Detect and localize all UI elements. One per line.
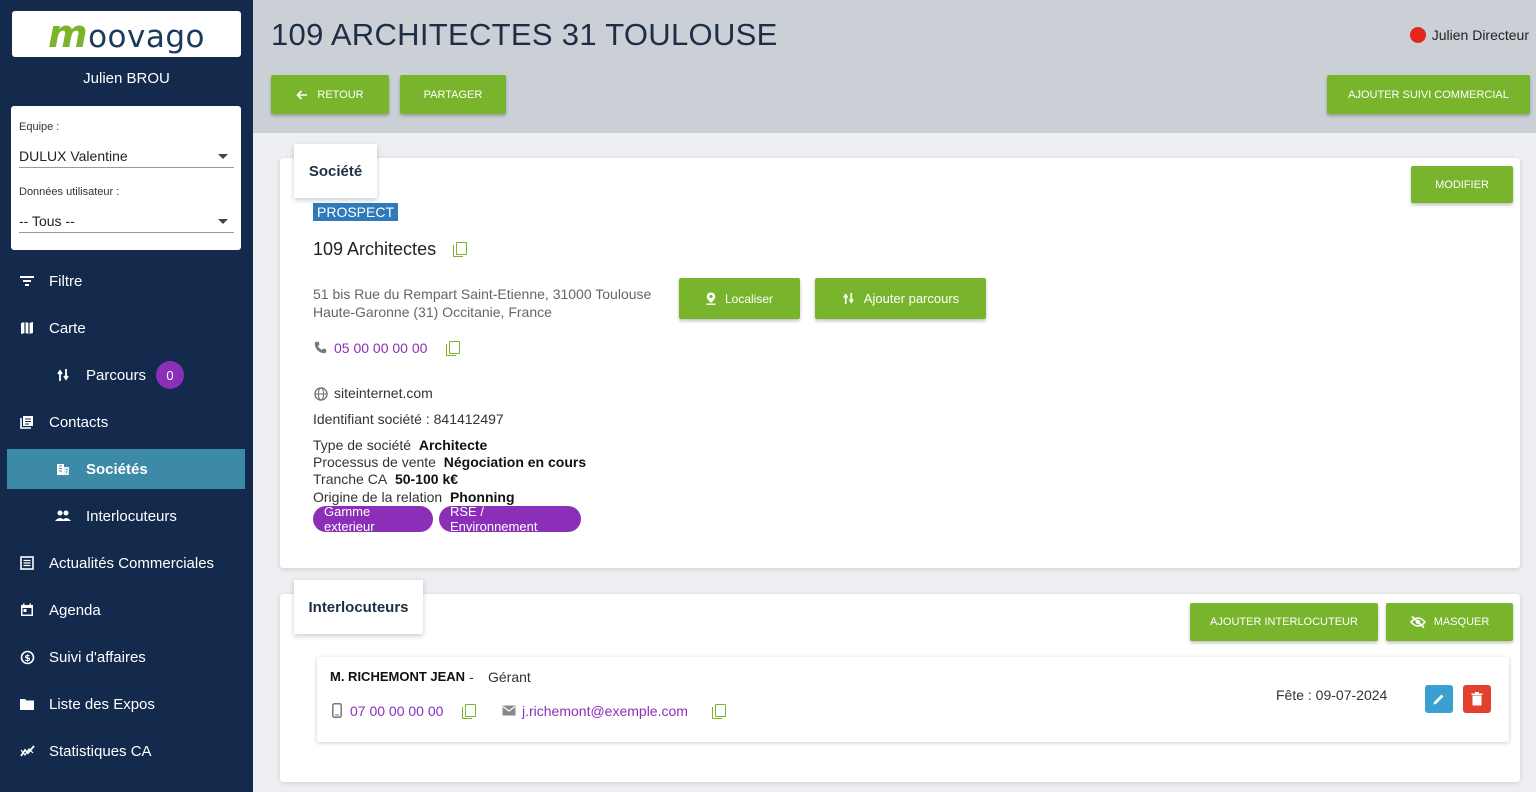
sidebar-item-statistiques[interactable]: Statistiques CA: [0, 731, 253, 771]
chevron-down-icon: [218, 154, 228, 159]
location-pin-icon: [706, 292, 716, 305]
detail-row: Type de société Architecte: [313, 437, 488, 453]
detail-row: Origine de la relation Phonning: [313, 489, 515, 505]
sidebar-item-suivi-affaires[interactable]: $ Suivi d'affaires: [0, 637, 253, 677]
news-icon: [19, 555, 35, 571]
tag-chip: RSE / Environnement: [439, 504, 581, 534]
back-button[interactable]: RETOUR: [271, 75, 389, 114]
svg-text:$: $: [24, 654, 30, 664]
detail-row: Processus de vente Négociation en cours: [313, 454, 587, 470]
copy-icon[interactable]: [446, 341, 460, 356]
filter-panel: Equipe : DULUX Valentine Données utilisa…: [11, 106, 241, 250]
detail-row: Tranche CA 50-100 k€: [313, 471, 459, 487]
calendar-icon: [19, 602, 35, 618]
company-website[interactable]: siteinternet.com: [334, 385, 433, 401]
contacts-icon: [19, 414, 35, 430]
contact-name: M. RICHEMONT JEAN: [330, 669, 466, 684]
moovago-logo[interactable]: moovago: [12, 11, 241, 57]
sidebar-item-societes[interactable]: Sociétés: [7, 449, 245, 489]
edit-contact-button[interactable]: [1425, 685, 1453, 713]
company-phone-link[interactable]: 05 00 00 00 00: [334, 340, 427, 356]
sidebar-item-interlocuteurs[interactable]: Interlocuteurs: [0, 496, 253, 536]
folder-icon: [19, 696, 35, 712]
globe-icon: [314, 387, 328, 401]
phone-icon: [314, 341, 327, 354]
contact-separator: -: [469, 669, 474, 685]
hide-button[interactable]: MASQUER: [1386, 603, 1513, 641]
status-badge: PROSPECT: [313, 203, 399, 221]
address-line1: 51 bis Rue du Rempart Saint-Etienne, 310…: [313, 286, 652, 302]
modify-button[interactable]: MODIFIER: [1411, 166, 1513, 203]
add-route-button[interactable]: Ajouter parcours: [815, 278, 986, 319]
sidebar-item-filtre[interactable]: Filtre: [0, 261, 253, 301]
company-identifier: Identifiant société : 841412497: [313, 411, 504, 427]
delete-contact-button[interactable]: [1463, 685, 1491, 713]
user-status[interactable]: Julien Directeur: [1409, 27, 1529, 43]
arrow-left-icon: [296, 89, 308, 100]
sidebar-item-carte[interactable]: Carte: [0, 308, 253, 348]
team-select[interactable]: DULUX Valentine: [19, 144, 234, 168]
sidebar-item-expos[interactable]: Liste des Expos: [0, 684, 253, 724]
copy-icon[interactable]: [453, 242, 467, 257]
eye-off-icon: [1409, 616, 1426, 628]
sidebar-item-actualites[interactable]: Actualités Commerciales: [0, 543, 253, 583]
contact-email-link[interactable]: j.richemont@exemple.com: [522, 703, 688, 719]
company-name: 109 Architectes: [313, 239, 437, 259]
filter-icon: [19, 273, 35, 289]
people-icon: [55, 508, 71, 524]
locate-button[interactable]: Localiser: [679, 278, 800, 319]
add-commercial-followup-button[interactable]: AJOUTER SUIVI COMMERCIAL: [1327, 75, 1530, 114]
mobile-icon: [332, 703, 342, 718]
sidebar-item-parcours[interactable]: Parcours 0: [0, 355, 253, 395]
add-contact-button[interactable]: AJOUTER INTERLOCUTEUR: [1190, 603, 1378, 641]
share-button[interactable]: PARTAGER: [400, 75, 506, 114]
money-icon: $: [19, 649, 35, 665]
copy-icon[interactable]: [712, 704, 726, 719]
team-label: Equipe :: [19, 121, 60, 133]
parcours-count-badge: 0: [156, 361, 185, 389]
sidebar-username: Julien BROU: [83, 70, 170, 87]
stats-icon: [19, 743, 35, 759]
sidebar-item-agenda[interactable]: Agenda: [0, 590, 253, 630]
contact-phone-link[interactable]: 07 00 00 00 00: [350, 703, 443, 719]
address-line2: Haute-Garonne (31) Occitanie, France: [313, 304, 552, 320]
sidebar: moovago Julien BROU Equipe : DULUX Valen…: [0, 0, 253, 792]
status-dot-icon: [1409, 27, 1426, 43]
user-data-select[interactable]: -- Tous --: [19, 209, 234, 233]
copy-icon[interactable]: [462, 704, 476, 719]
route-icon: [55, 367, 71, 383]
contact-birthday: Fête : 09-07-2024: [1276, 687, 1388, 703]
page-title: 109 ARCHITECTES 31 TOULOUSE: [271, 17, 778, 52]
building-icon: [55, 461, 71, 477]
chevron-down-icon: [218, 219, 228, 224]
contacts-tab: Interlocuteurs: [294, 580, 423, 634]
email-icon: [502, 705, 516, 716]
pencil-icon: [1433, 694, 1444, 705]
tag-chip: Gamme exterieur: [313, 504, 433, 534]
company-tab: Société: [294, 144, 377, 198]
route-icon: [842, 292, 854, 305]
contact-role: Gérant: [488, 669, 531, 685]
sidebar-item-contacts[interactable]: Contacts: [0, 402, 253, 442]
user-data-label: Données utilisateur :: [19, 186, 120, 198]
map-icon: [19, 320, 35, 336]
trash-icon: [1471, 692, 1483, 706]
